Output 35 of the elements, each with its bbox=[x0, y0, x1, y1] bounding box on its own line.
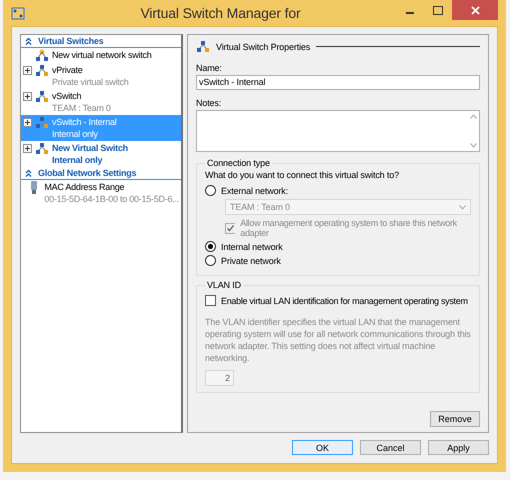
group-title: Connection type bbox=[206, 158, 271, 168]
item-name: New virtual network switch bbox=[52, 49, 152, 61]
name-field[interactable]: vSwitch - Internal bbox=[196, 75, 480, 90]
question-text: What do you want to connect this virtual switch to? bbox=[205, 170, 400, 180]
dialog-button[interactable]: Cancel bbox=[360, 440, 421, 455]
field-label: Name: bbox=[196, 63, 223, 73]
tree-item[interactable]: New virtual network switch bbox=[21, 48, 181, 63]
item-description: 00-15-5D-64-1B-00 to 00-15-5D-6... bbox=[44, 193, 179, 205]
tree-item[interactable]: vSwitch TEAM : Team 0 bbox=[21, 89, 181, 115]
tree-item[interactable]: New Virtual Switch Internal only bbox=[21, 141, 181, 167]
field-label: Notes: bbox=[196, 98, 222, 108]
radio-option[interactable]: Internal network bbox=[205, 241, 283, 252]
item-name: MAC Address Range bbox=[44, 181, 126, 193]
checkbox-option[interactable]: Enable virtual LAN identification for management operating system bbox=[205, 295, 468, 306]
item-name: vPrivate bbox=[52, 64, 84, 76]
window-title: Virtual Switch Manager for bbox=[139, 5, 302, 21]
radio-option[interactable]: Private network bbox=[205, 255, 281, 266]
item-name: New Virtual Switch bbox=[52, 142, 128, 154]
item-description: Private virtual switch bbox=[52, 76, 129, 88]
tree-section-header[interactable]: Virtual Switches bbox=[21, 35, 181, 48]
tree-item[interactable]: MAC Address Range 00-15-5D-64-1B-00 to 00-15-5D-6... bbox=[21, 180, 181, 206]
help-text: The VLAN identifier specifies the virtual LAN that the management operating system will use for all network communications through this network adapter. This setting does not affect virtual machine networking. bbox=[205, 316, 471, 364]
dialog-button[interactable]: OK bbox=[292, 440, 353, 455]
item-description: Internal only bbox=[52, 154, 104, 166]
item-description: TEAM : Team 0 bbox=[52, 102, 111, 114]
tree-section-header[interactable]: Global Network Settings bbox=[21, 167, 181, 180]
remove-button[interactable]: Remove bbox=[430, 411, 480, 427]
vlan-id-field[interactable]: 2 bbox=[205, 370, 234, 386]
tree-item[interactable]: vPrivate Private virtual switch bbox=[21, 63, 181, 89]
dialog-button[interactable]: Apply bbox=[428, 440, 489, 455]
item-description: Internal only bbox=[52, 128, 99, 140]
item-name: vSwitch bbox=[52, 90, 82, 102]
section-heading: Virtual Switch Properties bbox=[216, 42, 310, 52]
item-name: vSwitch - Internal bbox=[52, 116, 117, 128]
group-title: VLAN ID bbox=[206, 280, 242, 290]
